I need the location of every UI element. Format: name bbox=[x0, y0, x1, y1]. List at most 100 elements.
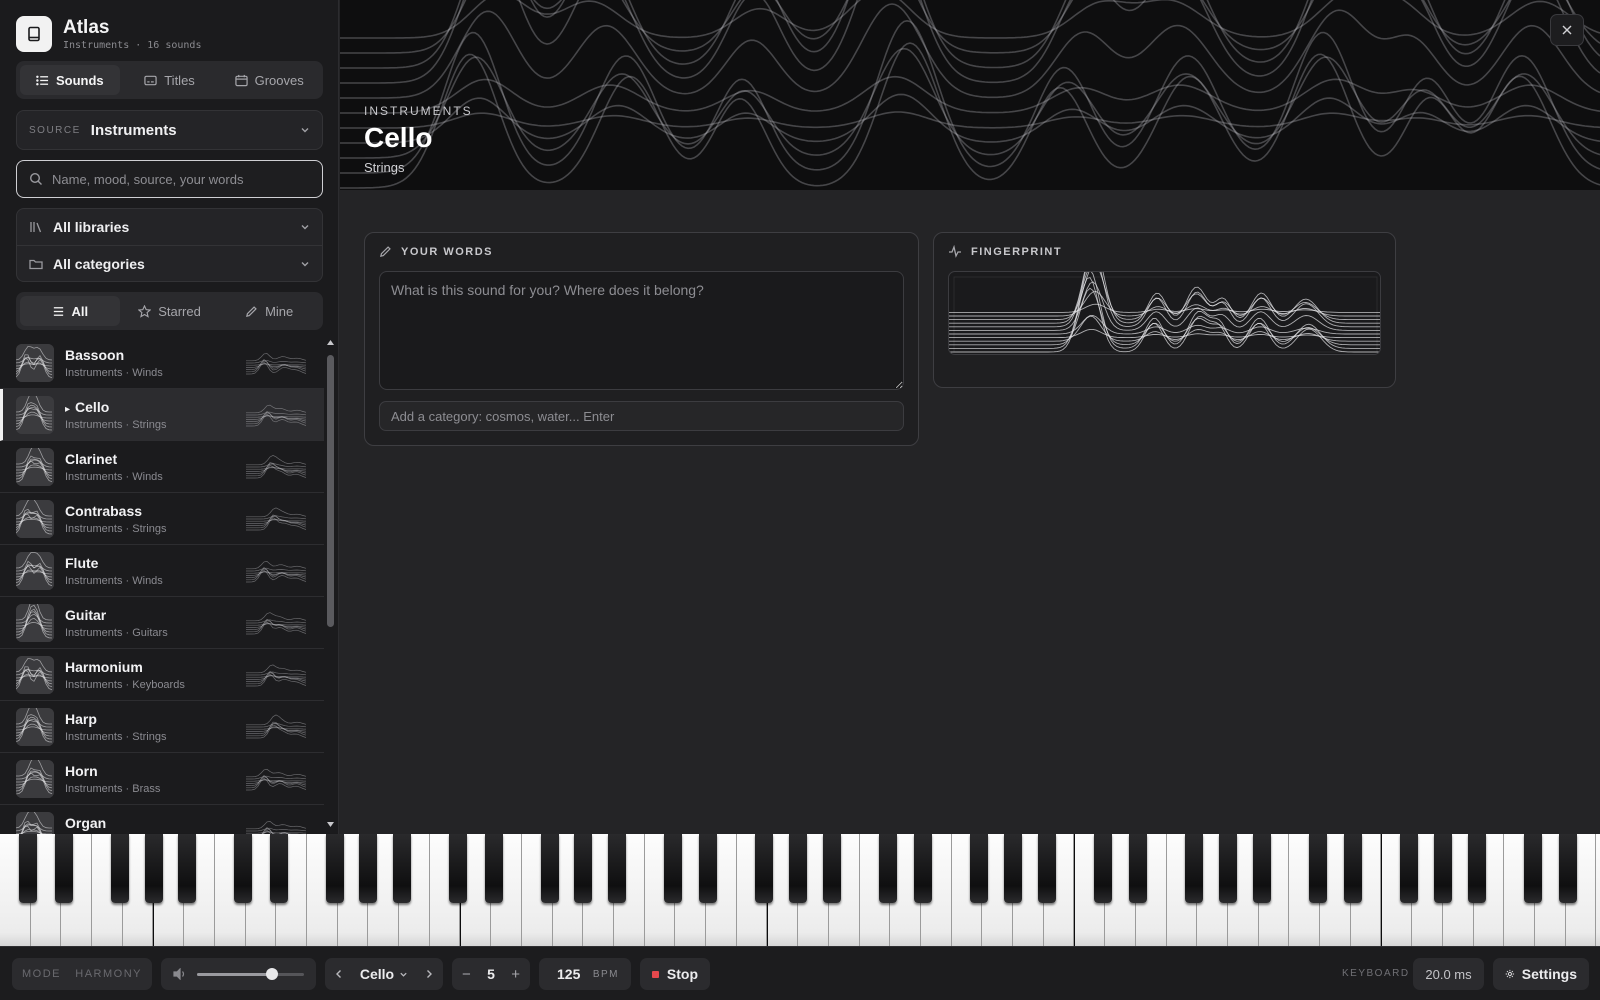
piano-black-key[interactable] bbox=[1252, 834, 1271, 903]
piano-black-key[interactable] bbox=[234, 834, 253, 903]
sound-row[interactable]: Clarinet Instruments · Winds bbox=[0, 441, 324, 493]
piano-black-key[interactable] bbox=[1559, 834, 1577, 903]
sound-name-label: Organ bbox=[65, 814, 107, 831]
tab-starred[interactable]: Starred bbox=[120, 296, 220, 326]
sound-row[interactable]: ▸ Cello Instruments · Strings bbox=[0, 389, 324, 441]
octave-minus-button[interactable]: − bbox=[462, 966, 471, 983]
sound-row[interactable]: Guitar Instruments · Guitars bbox=[0, 597, 324, 649]
sound-row[interactable]: Contrabass Instruments · Strings bbox=[0, 493, 324, 545]
piano-black-key[interactable] bbox=[449, 834, 468, 903]
piano-black-key[interactable] bbox=[574, 834, 593, 903]
wave-line bbox=[246, 454, 307, 465]
sound-row-text: Clarinet Instruments · Winds bbox=[65, 451, 246, 483]
search-input[interactable] bbox=[52, 171, 310, 187]
instrument-select[interactable]: Cello bbox=[360, 966, 408, 982]
volume-fill bbox=[197, 972, 272, 976]
tab-mine[interactable]: Mine bbox=[219, 296, 319, 326]
piano-black-key[interactable] bbox=[699, 834, 718, 903]
piano-black-key[interactable] bbox=[1467, 834, 1486, 903]
piano-black-key[interactable] bbox=[1037, 834, 1056, 903]
library-icon bbox=[30, 222, 42, 233]
wave-line bbox=[246, 413, 307, 426]
sound-subtitle: Strings bbox=[364, 160, 405, 175]
chevron-left-icon[interactable] bbox=[333, 968, 345, 980]
piano-black-key[interactable] bbox=[1433, 834, 1452, 903]
mode-button[interactable]: MODE bbox=[22, 968, 61, 980]
pencil-icon bbox=[246, 305, 257, 317]
sound-row[interactable]: Bassoon Instruments · Winds bbox=[0, 337, 324, 389]
piano-black-key[interactable] bbox=[359, 834, 378, 903]
latency-value: 20.0 ms bbox=[1425, 966, 1472, 982]
sound-thumbnail bbox=[16, 499, 54, 538]
volume-knob[interactable] bbox=[265, 967, 278, 980]
piano-black-key[interactable] bbox=[1004, 834, 1023, 903]
stop-button[interactable]: Stop bbox=[640, 958, 710, 990]
sound-row[interactable]: OrganInstruments · Keyboards bbox=[0, 805, 324, 834]
piano-black-key[interactable] bbox=[393, 834, 412, 903]
source-select[interactable]: SOURCE Instruments bbox=[16, 110, 323, 150]
piano-black-key[interactable] bbox=[1344, 834, 1363, 903]
piano-black-key[interactable] bbox=[914, 834, 933, 903]
tab-label: Starred bbox=[158, 303, 201, 319]
octave-plus-button[interactable]: + bbox=[511, 966, 520, 983]
piano-black-key[interactable] bbox=[1093, 834, 1112, 903]
wave-line bbox=[246, 777, 307, 790]
piano-black-key[interactable] bbox=[1219, 834, 1237, 903]
latency-display: 20.0 ms bbox=[1413, 958, 1484, 990]
piano-black-key[interactable] bbox=[269, 834, 288, 903]
volume-slider[interactable] bbox=[197, 967, 304, 980]
tab-sounds[interactable]: Sounds bbox=[20, 65, 120, 95]
sound-row-text: ▸ Cello Instruments · Strings bbox=[65, 399, 246, 431]
sound-meta: Instruments · Strings bbox=[65, 522, 167, 535]
tab-titles[interactable]: Titles bbox=[120, 65, 220, 95]
piano-black-key[interactable] bbox=[540, 834, 559, 903]
harmony-button[interactable]: HARMONY bbox=[75, 968, 142, 980]
piano-black-key[interactable] bbox=[878, 834, 897, 903]
sound-meta: Instruments · Strings bbox=[65, 418, 167, 431]
category-input[interactable] bbox=[379, 401, 904, 431]
piano-black-key[interactable] bbox=[178, 834, 197, 903]
sound-name: Clarinet bbox=[65, 451, 246, 467]
tab-all[interactable]: All bbox=[20, 296, 120, 326]
piano-black-key[interactable] bbox=[822, 834, 841, 903]
words-textarea[interactable] bbox=[379, 271, 904, 390]
sound-row-text: Harmonium Instruments · Keyboards bbox=[65, 659, 246, 691]
sound-name-label: Guitar bbox=[65, 606, 107, 623]
tab-label: All bbox=[71, 303, 89, 319]
sound-row[interactable]: Flute Instruments · Winds bbox=[0, 545, 324, 597]
piano-black-key[interactable] bbox=[970, 834, 989, 903]
piano-black-key[interactable] bbox=[789, 834, 808, 903]
sound-thumbnail bbox=[16, 603, 54, 642]
piano-black-key[interactable] bbox=[110, 834, 129, 903]
settings-button[interactable]: Settings bbox=[1493, 958, 1589, 990]
piano-black-key[interactable] bbox=[54, 834, 73, 903]
piano-black-key[interactable] bbox=[1185, 834, 1204, 903]
libraries-select[interactable]: All libraries bbox=[17, 209, 322, 245]
piano-black-key[interactable] bbox=[1400, 834, 1419, 903]
piano-black-key[interactable] bbox=[1308, 834, 1327, 903]
piano-black-key[interactable] bbox=[608, 834, 627, 903]
piano-black-key[interactable] bbox=[19, 834, 38, 903]
piano-black-key[interactable] bbox=[755, 834, 774, 903]
piano-black-key[interactable] bbox=[1129, 834, 1148, 903]
piano-black-key[interactable] bbox=[325, 834, 344, 903]
piano-black-key[interactable] bbox=[1523, 834, 1542, 903]
sound-row[interactable]: Harmonium Instruments · Keyboards bbox=[0, 649, 324, 701]
bpm-field[interactable]: 125 BPM bbox=[539, 958, 631, 990]
caption-icon bbox=[144, 75, 157, 85]
sound-row[interactable]: Harp Instruments · Strings bbox=[0, 701, 324, 753]
app-title: Atlas bbox=[63, 17, 110, 38]
sound-row[interactable]: Horn Instruments · Brass bbox=[0, 753, 324, 805]
source-value: Instruments bbox=[90, 121, 177, 139]
piano-black-key[interactable] bbox=[664, 834, 683, 903]
scroll-thumb[interactable] bbox=[327, 355, 334, 627]
close-button[interactable] bbox=[1550, 14, 1584, 46]
list-scrollbar[interactable] bbox=[325, 337, 336, 832]
piano-black-key[interactable] bbox=[484, 834, 503, 903]
volume-group bbox=[161, 958, 316, 990]
chevron-right-icon[interactable] bbox=[423, 968, 435, 980]
piano-white-key[interactable] bbox=[1596, 834, 1600, 946]
categories-select[interactable]: All categories bbox=[17, 245, 322, 281]
piano-black-key[interactable] bbox=[144, 834, 163, 903]
tab-grooves[interactable]: Grooves bbox=[219, 65, 319, 95]
